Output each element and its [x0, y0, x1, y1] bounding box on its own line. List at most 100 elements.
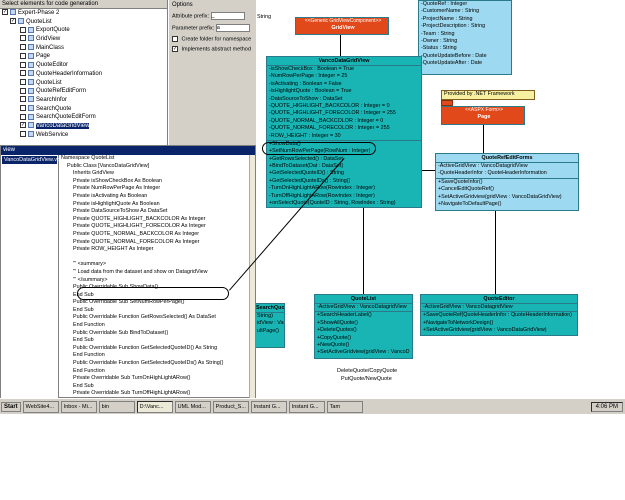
- taskbar-button[interactable]: Product_S...: [212, 400, 249, 413]
- tree-item[interactable]: QuoteRefEditForm: [0, 87, 167, 96]
- tree-checkbox[interactable]: [20, 70, 26, 77]
- tree-checkbox[interactable]: [20, 44, 26, 51]
- uml-row: +onSelectQuote(QuoteID : String, RowInde…: [269, 200, 396, 207]
- tree-title: Select elements for code generation: [0, 0, 167, 9]
- link-label: DeleteQuote/CopyQuote: [337, 368, 398, 374]
- quoterefeditforms-class[interactable]: QuoteRefEditForms -ActiveGridView : Vanc…: [435, 153, 579, 211]
- implements-checkbox[interactable]: ✓: [172, 46, 178, 53]
- tree-item[interactable]: WebService: [0, 131, 167, 140]
- tree-checkbox[interactable]: [20, 61, 26, 68]
- tree-item[interactable]: ✓ QuoteList: [0, 18, 167, 27]
- tree-checkbox[interactable]: ✓: [20, 122, 26, 129]
- tree-checkbox[interactable]: [20, 35, 26, 42]
- uml-row: -Status : String: [421, 45, 457, 52]
- taskbar-button[interactable]: Instant G...: [250, 400, 287, 413]
- attr-prefix-input[interactable]: _: [210, 12, 245, 20]
- code-line: End Sub: [61, 306, 94, 313]
- tree-item-label: QuoteRefEditForm: [36, 88, 87, 95]
- framework-note: Provided by .NET Framework: [441, 90, 535, 100]
- tree-checkbox[interactable]: ✓: [10, 18, 16, 25]
- taskbar-button[interactable]: Instant G...: [288, 400, 325, 413]
- vancodatagridview-class[interactable]: VancoDataGridView -isShowCheckBox : Bool…: [266, 56, 422, 208]
- tree-item-label: QuoteList: [26, 18, 52, 25]
- file-tab[interactable]: VancoDataGridView.vb: [2, 156, 60, 164]
- tree-item[interactable]: ✓ Expert-Phase 2: [0, 9, 167, 18]
- tree-item[interactable]: SearchQuote: [0, 104, 167, 114]
- tree-checkbox[interactable]: [20, 104, 26, 111]
- tree-checkbox[interactable]: [20, 131, 26, 138]
- gridview-class[interactable]: <<Generic GridViewComponent>> GridView: [295, 17, 389, 35]
- uml-row: -isHighlightQuote : Boolean = True: [269, 88, 352, 95]
- tree-checkbox[interactable]: [20, 26, 26, 33]
- uml-row: -isShowCheckBox : Boolean = True: [269, 66, 354, 72]
- taskbar-button[interactable]: Tam: [326, 400, 363, 413]
- attr-prefix-row: Attribute prefix: _: [169, 10, 256, 22]
- param-prefix-row: Parameter prefix: a: [169, 22, 256, 34]
- attribute-list: -isShowCheckBox : Boolean = True -NumRowP…: [267, 66, 421, 140]
- searchquote-class[interactable]: SearchQuote String)idView : VancoDultPag…: [255, 303, 285, 348]
- taskbar-button[interactable]: Inbox - Mi...: [60, 400, 97, 413]
- quote-data-class[interactable]: -QuoteRef : Integer -CustomerName : Strin…: [418, 0, 512, 75]
- options-title: Options: [172, 2, 193, 8]
- taskbar-button[interactable]: WebSite4...: [22, 400, 59, 413]
- tree-item[interactable]: QuoteHeaderInformation: [0, 70, 167, 79]
- quotelist-class[interactable]: QuoteList -ActiveGridView : VancoDatagri…: [314, 294, 413, 359]
- tree-item[interactable]: SearchQuoteEditForm: [0, 113, 167, 122]
- code-line: Private Overridable Sub TurnOffHighLight…: [61, 390, 191, 397]
- create-folder-label: Create folder for namespace: [181, 36, 252, 43]
- uml-row: -ProjectName : String: [421, 15, 473, 22]
- implements-row[interactable]: ✓ Implements abstract method: [169, 44, 256, 54]
- class-icon: [28, 131, 34, 138]
- tree-item[interactable]: QuoteList: [0, 78, 167, 88]
- code-line: Private isHighlightQuote As Boolean: [61, 200, 160, 207]
- uml-row: -DataSourceToShow : DataSet: [269, 95, 343, 102]
- quote-attr-list: -QuoteRef : Integer -CustomerName : Strin…: [419, 1, 511, 68]
- uml-row: +DeleteQuotes(): [317, 327, 357, 334]
- tree-item[interactable]: ExportQuote: [0, 26, 167, 35]
- tree-checkbox[interactable]: ✓: [2, 9, 8, 16]
- taskbar-button[interactable]: UML Mod...: [174, 400, 211, 413]
- tree-item[interactable]: GridView: [0, 35, 167, 44]
- tree-checkbox[interactable]: [20, 87, 26, 94]
- uml-row: -TurnOffHighLightARow(RowIndex : Integer…: [269, 192, 375, 199]
- taskbar-button[interactable]: bin: [98, 400, 135, 413]
- class-name: QuoteRefEditForms: [436, 154, 578, 163]
- uml-row: +SearchHeaderLabel(): [317, 312, 372, 319]
- uml-row: -QUOTE_HIGHLIGHT_BACKCOLOR : Integer = 0: [269, 102, 390, 109]
- window-title: view: [1, 146, 255, 155]
- tree-item[interactable]: MainClass: [0, 44, 167, 53]
- tree-item-label: SearchQuote: [36, 105, 72, 112]
- uml-row: +SetActiveGridview(gridView : VancoDataG…: [423, 327, 547, 334]
- code-editor[interactable]: Namespace QuoteList Public Class [VancoD…: [61, 155, 251, 398]
- tree-checkbox[interactable]: [20, 78, 26, 85]
- tree-checkbox[interactable]: [20, 52, 26, 59]
- param-prefix-input[interactable]: a: [215, 24, 250, 32]
- tree-item-label: VancoDataGridView: [36, 122, 90, 129]
- uml-row: -Owner : String: [421, 37, 458, 44]
- taskbar-button[interactable]: D:\Vanc...: [136, 400, 173, 413]
- page-class[interactable]: <<ASPX Form>> Page: [441, 106, 525, 125]
- uml-row: +ShowAllQuote(): [317, 319, 358, 326]
- tree-checkbox[interactable]: [20, 113, 26, 120]
- start-button[interactable]: Start: [1, 401, 21, 412]
- code-line: End Function: [61, 367, 105, 374]
- tree-item-label: QuoteHeaderInformation: [36, 70, 103, 77]
- partial-class-top: String): [255, 14, 271, 24]
- tree-item[interactable]: QuoteEditor: [0, 61, 167, 70]
- tree-item[interactable]: SearchInfor: [0, 96, 167, 105]
- note-text: Provided by .NET Framework: [444, 91, 515, 97]
- create-folder-row[interactable]: Create folder for namespace: [169, 34, 256, 44]
- tree-item-label: WebService: [36, 131, 69, 138]
- taskbar: Start WebSite4... Inbox - Mi... bin D:\Vanc…: [0, 398, 625, 414]
- vertical-scrollbar[interactable]: [249, 155, 255, 398]
- tree-item[interactable]: Page: [0, 52, 167, 61]
- tree-checkbox[interactable]: [20, 96, 26, 103]
- code-line: Inherits GridView: [61, 170, 114, 177]
- class-icon: [28, 96, 34, 103]
- class-icon: [28, 35, 34, 42]
- tree-item[interactable]: ✓ VancoDataGridView: [0, 122, 167, 131]
- quoteeditor-class[interactable]: QuoteEditor -ActiveGridView : VancoDatag…: [420, 294, 578, 336]
- uml-row: +CopyQuote(): [317, 334, 352, 341]
- create-folder-checkbox[interactable]: [172, 36, 178, 42]
